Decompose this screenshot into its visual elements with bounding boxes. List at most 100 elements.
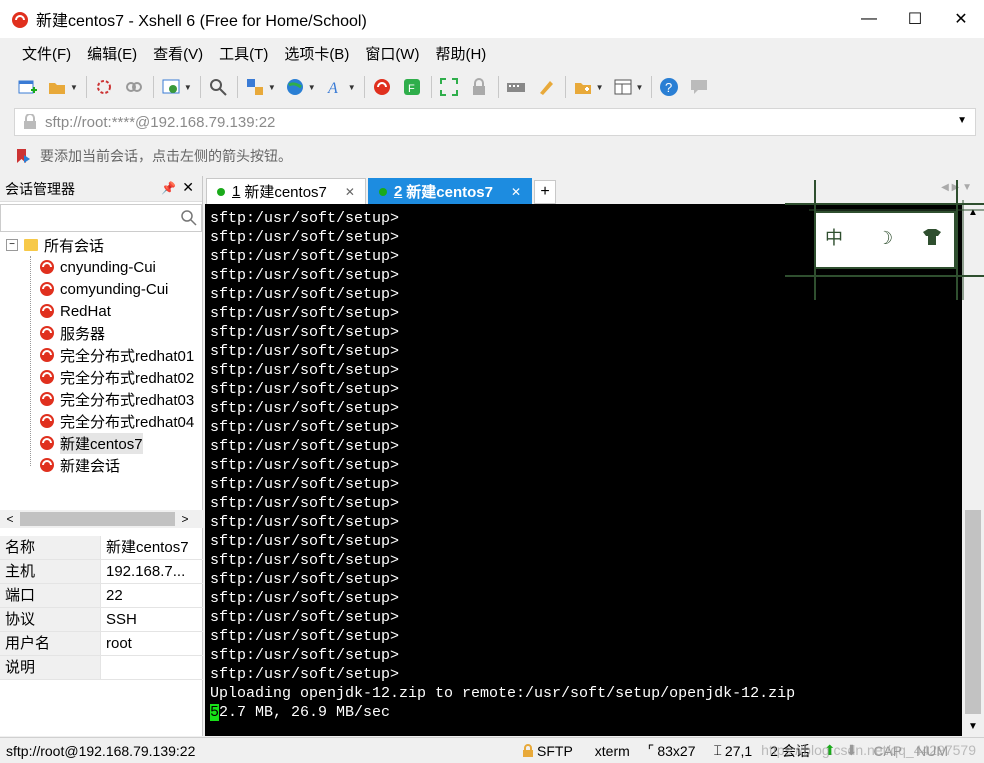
lock-icon[interactable] [468,76,490,98]
transfer-dropdown-icon[interactable]: ▼ [268,83,276,92]
horizontal-scrollbar[interactable]: < > [0,510,203,528]
tree-root-all-sessions[interactable]: − 所有会话 [0,234,202,256]
open-folder-icon[interactable] [46,76,68,98]
session-item[interactable]: 服务器 [0,322,202,344]
property-value: root [106,635,132,652]
close-window-button[interactable]: ✕ [938,0,984,38]
session-item-selected[interactable]: 新建centos7 [0,432,202,454]
disconnect-icon[interactable] [123,76,145,98]
session-icon [40,392,54,406]
layout-dropdown-icon[interactable]: ▼ [636,83,644,92]
bookmark-arrow-icon[interactable] [14,147,32,165]
session-item[interactable]: 新建会话 [0,454,202,476]
terminal-prompt-line: sftp:/usr/soft/setup> [210,400,400,417]
connect-icon[interactable] [93,76,115,98]
open-folder-dropdown-icon[interactable]: ▼ [70,83,78,92]
maximize-button[interactable]: ☐ [892,0,938,38]
terminal-prompt-line: sftp:/usr/soft/setup> [210,324,400,341]
add-tab-button[interactable]: + [534,180,557,204]
session-item[interactable]: cnyunding-Cui [0,256,202,278]
close-panel-icon[interactable]: ✕ [182,179,194,196]
find-icon[interactable] [207,76,229,98]
scroll-right-icon[interactable]: > [175,512,195,526]
highlight-icon[interactable] [535,76,557,98]
menu-file[interactable]: 文件(F) [14,43,79,64]
transfer-icon[interactable] [244,76,266,98]
session-label: 完全分布式redhat04 [60,413,195,431]
toolbar: ▼ ▼ ▼ ▼ A ▼ F ▼ ▼ ? [0,68,984,106]
new-session-icon[interactable] [16,76,38,98]
address-input[interactable] [45,113,945,131]
session-item[interactable]: 完全分布式redhat02 [0,366,202,388]
tab-session-1[interactable]: 1 新建centos7 ✕ [206,178,366,204]
toolbar-separator [236,76,238,98]
connected-status-icon [378,187,387,196]
session-item[interactable]: 完全分布式redhat03 [0,388,202,410]
add-folder-dropdown-icon[interactable]: ▼ [596,83,604,92]
terminal-prompt-line: sftp:/usr/soft/setup> [210,552,400,569]
toolbar-separator [85,76,87,98]
tab-number: 2 [393,183,403,200]
add-folder-icon[interactable] [572,76,594,98]
menu-window[interactable]: 窗口(W) [357,43,427,64]
property-row: 协议 SSH [0,608,203,632]
property-key: 说明 [0,656,101,679]
session-label: comyunding-Cui [60,280,169,298]
globe-icon[interactable] [284,76,306,98]
menu-view[interactable]: 查看(V) [145,43,211,64]
menu-tools[interactable]: 工具(T) [211,43,276,64]
scroll-thumb[interactable] [965,510,981,714]
globe-dropdown-icon[interactable]: ▼ [308,83,316,92]
property-row: 用户名 root [0,632,203,656]
session-item[interactable]: comyunding-Cui [0,278,202,300]
properties-dropdown-icon[interactable]: ▼ [184,83,192,92]
ime-toolbar[interactable]: 中 ☽ [785,180,984,300]
tab-session-2[interactable]: 2 新建centos7 ✕ [367,178,533,204]
search-icon[interactable] [181,210,197,226]
terminal-prompt-line: sftp:/usr/soft/setup> [210,419,400,436]
terminal-prompt-line: sftp:/usr/soft/setup> [210,590,400,607]
xshell-icon[interactable] [371,76,393,98]
menu-tabs[interactable]: 选项卡(B) [276,43,357,64]
close-tab-icon[interactable]: ✕ [345,185,355,199]
close-tab-icon[interactable]: ✕ [511,185,521,199]
property-key: 协议 [0,608,101,631]
property-row: 主机 192.168.7... [0,560,203,584]
fullscreen-icon[interactable] [438,76,460,98]
moon-icon[interactable]: ☽ [877,228,893,249]
menu-help[interactable]: 帮助(H) [427,43,494,64]
window-title: 新建centos7 - Xshell 6 (Free for Home/Scho… [36,13,367,30]
status-protocol: SFTP [522,743,573,759]
font-icon[interactable]: A [324,76,346,98]
chat-icon[interactable] [688,76,710,98]
session-item[interactable]: RedHat [0,300,202,322]
scroll-thumb[interactable] [20,512,175,526]
minimize-button[interactable]: — [846,0,892,38]
terminal-prompt-line: sftp:/usr/soft/setup> [210,514,400,531]
pin-icon[interactable]: 📌 [161,181,176,195]
address-dropdown-icon[interactable]: ▼ [957,115,967,126]
scroll-left-icon[interactable]: < [0,512,20,526]
property-value: 192.168.7... [106,563,186,580]
property-value: 22 [106,587,123,604]
help-icon[interactable]: ? [658,76,680,98]
terminal-prompt-line: sftp:/usr/soft/setup> [210,362,400,379]
session-search-input[interactable] [5,205,175,229]
scroll-down-icon[interactable]: ▼ [962,718,984,736]
collapse-icon[interactable]: − [6,239,18,251]
session-item[interactable]: 完全分布式redhat04 [0,410,202,432]
keyboard-icon[interactable] [505,76,527,98]
layout-icon[interactable] [612,76,634,98]
font-dropdown-icon[interactable]: ▼ [348,83,356,92]
session-label: 完全分布式redhat03 [60,391,195,409]
ime-lang-label[interactable]: 中 [825,228,843,249]
terminal-prompt-line: sftp:/usr/soft/setup> [210,609,400,626]
terminal-prompt-line: sftp:/usr/soft/setup> [210,343,400,360]
tab-label: 新建centos7 [406,184,493,201]
menu-bar: 文件(F) 编辑(E) 查看(V) 工具(T) 选项卡(B) 窗口(W) 帮助(… [0,38,984,68]
xftp-icon[interactable]: F [401,76,423,98]
status-terminal-type: xterm [594,742,630,759]
properties-icon[interactable] [160,76,182,98]
menu-edit[interactable]: 编辑(E) [79,43,145,64]
session-item[interactable]: 完全分布式redhat01 [0,344,202,366]
